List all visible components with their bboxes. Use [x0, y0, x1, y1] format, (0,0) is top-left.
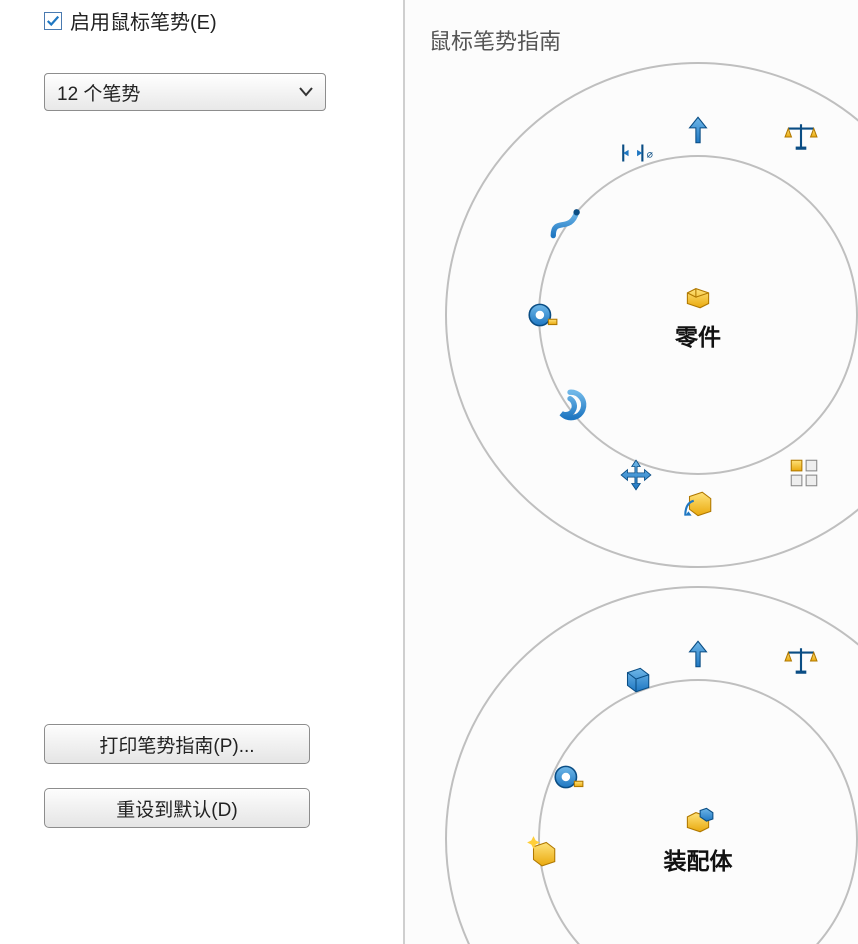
wheel-assembly-label: 装配体: [664, 842, 733, 876]
gesture-wheel-part: 零件: [445, 62, 858, 568]
print-guide-button[interactable]: 打印笔势指南(P)...: [44, 724, 310, 764]
part-icon: [681, 278, 715, 312]
enable-gestures-label: 启用鼠标笔势(E): [70, 6, 217, 35]
wheel-part-label: 零件: [675, 318, 721, 352]
dimension-icon: [619, 136, 653, 170]
gesture-count-value: 12 个笔势: [57, 79, 140, 106]
balance-icon: [784, 120, 818, 154]
grid-icon: [787, 456, 821, 490]
gesture-slot[interactable]: [618, 457, 654, 493]
balance-icon: [784, 644, 818, 678]
gesture-slot[interactable]: [552, 387, 588, 423]
spiral-icon: [553, 388, 587, 422]
assembly-icon: [681, 802, 715, 836]
gesture-slot[interactable]: [680, 112, 716, 148]
gesture-slot[interactable]: [680, 636, 716, 672]
gesture-slot[interactable]: [618, 661, 654, 697]
gesture-slot[interactable]: [524, 833, 560, 869]
new-part-icon: [525, 834, 559, 868]
curve-icon: [549, 208, 583, 242]
gesture-slot[interactable]: [524, 297, 560, 333]
rotate-box-icon: [681, 488, 715, 522]
arrow-up-icon: [681, 637, 715, 671]
arrow-up-icon: [681, 113, 715, 147]
cube-icon: [619, 662, 653, 696]
gesture-guide-panel: 鼠标笔势指南 零件: [405, 0, 858, 944]
reset-defaults-button[interactable]: 重设到默认(D): [44, 788, 310, 828]
enable-gestures-checkbox[interactable]: [44, 12, 62, 30]
gesture-slot[interactable]: [548, 207, 584, 243]
chevron-down-icon: [299, 81, 313, 103]
gesture-slot[interactable]: [783, 119, 819, 155]
gesture-guide-title: 鼠标笔势指南: [429, 24, 561, 56]
gesture-slot[interactable]: [618, 135, 654, 171]
gesture-slot[interactable]: [680, 487, 716, 523]
gesture-slot[interactable]: [550, 759, 586, 795]
gesture-wheel-assembly: 装配体: [445, 586, 858, 944]
tape-icon: [551, 760, 585, 794]
gesture-slot[interactable]: [786, 455, 822, 491]
gesture-slot[interactable]: [783, 643, 819, 679]
tape-icon: [525, 298, 559, 332]
left-panel: 启用鼠标笔势(E) 12 个笔势 打印笔势指南(P)... 重设到默认(D): [0, 0, 405, 944]
move-icon: [619, 458, 653, 492]
gesture-count-dropdown[interactable]: 12 个笔势: [44, 73, 326, 111]
